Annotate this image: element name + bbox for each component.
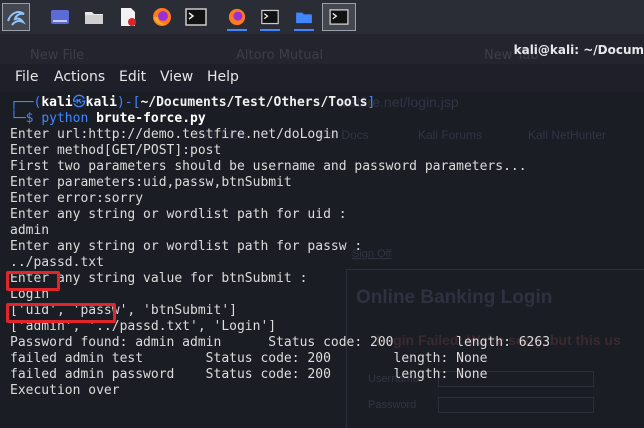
menu-edit[interactable]: Edit — [119, 69, 146, 85]
command: python — [41, 111, 89, 126]
prompt-line-2: └─$ python brute-force.py — [10, 111, 206, 126]
prompt-line-1: ┌──(kali㉿kali)-[~/Documents/Test/Others/… — [10, 95, 376, 110]
window-title: kali@kali: ~/Docum — [513, 43, 644, 57]
menu-actions[interactable]: Actions — [54, 69, 105, 85]
ghost-password-field — [438, 397, 594, 413]
taskbar — [0, 0, 644, 34]
window-indicator — [294, 29, 314, 31]
prompt-at: ㉿ — [72, 95, 86, 110]
output-line-uid-input: admin — [10, 223, 50, 238]
menu-bar: File Actions Edit View Help — [0, 64, 644, 92]
ghost-tab: Altoro Mutual — [236, 48, 324, 63]
prompt-user: kali — [41, 95, 73, 110]
ghost-bookmark: Kali Forums — [418, 128, 483, 142]
ghost-password-label: Password — [368, 399, 417, 411]
ghost-bookmark: Kali NetHunter — [528, 128, 607, 142]
output-line: First two parameters should be username … — [10, 159, 527, 174]
output-line: failed admin test Status code: 200 lengt… — [10, 351, 488, 366]
text-editor-icon[interactable] — [114, 3, 142, 31]
highlight-passd — [6, 303, 116, 323]
terminal-launcher-icon[interactable] — [182, 3, 210, 31]
output-line: failed admin password Status code: 200 l… — [10, 367, 488, 382]
highlight-admin — [6, 271, 60, 291]
terminal-window-icon[interactable] — [256, 3, 284, 31]
output-line: Enter method[GET/POST]:post — [10, 143, 222, 158]
window-indicator — [227, 29, 247, 31]
file-manager-icon[interactable] — [80, 3, 108, 31]
output-line: Execution over — [10, 383, 120, 398]
output-line: Enter any string or wordlist path for ui… — [10, 207, 347, 222]
title-bar: New File Altoro Mutual New Tab kali@kali… — [0, 34, 644, 64]
show-desktop-icon[interactable] — [46, 3, 74, 31]
command-arg: brute-force.py — [96, 111, 206, 126]
folder-window-icon[interactable] — [290, 3, 318, 31]
output-line: Enter error:sorry — [10, 191, 144, 206]
menu-help[interactable]: Help — [207, 69, 239, 85]
firefox-window-icon[interactable] — [223, 3, 251, 31]
output-line: Enter parameters:uid,passw,btnSubmit — [10, 175, 292, 190]
firefox-icon[interactable] — [148, 3, 176, 31]
prompt-path: ~/Documents/Test/Others/Tools — [140, 95, 368, 110]
window-indicator — [260, 29, 280, 31]
output-line: Enter url:http://demo.testfire.net/doLog… — [10, 127, 339, 142]
terminal-window: New File Altoro Mutual New Tab kali@kali… — [0, 34, 644, 428]
output-line-passw-input: ../passd.txt — [10, 255, 104, 270]
terminal-output[interactable]: testfire.net/login.jsp Kali Tools Kali D… — [0, 92, 644, 428]
prompt-host: kali — [85, 95, 117, 110]
menu-view[interactable]: View — [160, 69, 193, 85]
output-line: Enter any string or wordlist path for pa… — [10, 239, 363, 254]
output-line-password-found: Password found: admin admin Status code:… — [10, 335, 551, 350]
kali-menu-icon[interactable] — [2, 3, 30, 31]
ghost-heading: Online Banking Login — [356, 287, 553, 308]
ghost-tab: New File — [30, 48, 85, 63]
menu-file[interactable]: File — [15, 69, 38, 85]
active-terminal-window-icon[interactable] — [322, 3, 356, 31]
